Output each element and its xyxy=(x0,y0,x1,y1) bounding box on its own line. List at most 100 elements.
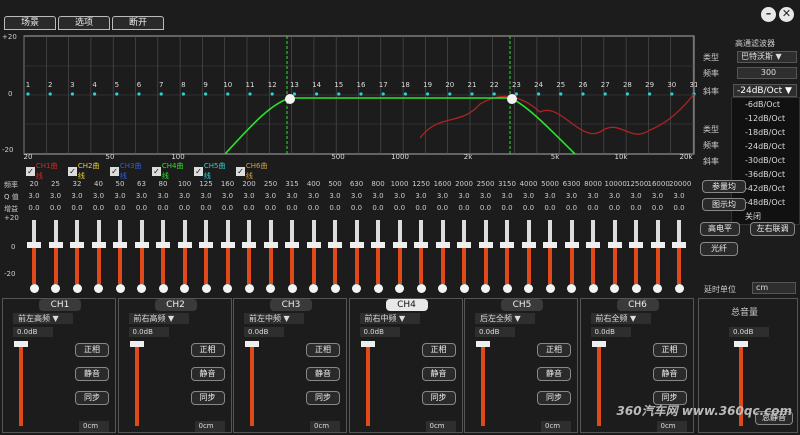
fader-knob[interactable] xyxy=(242,242,256,248)
eq-fader[interactable] xyxy=(586,220,600,284)
band-dot[interactable] xyxy=(70,92,74,96)
gain-cell[interactable]: 0.0 xyxy=(411,204,431,212)
q-cell[interactable]: 3.0 xyxy=(669,192,689,200)
fader-reset-dot[interactable] xyxy=(158,284,168,293)
eq-fader[interactable] xyxy=(91,220,106,284)
fader-reset-dot[interactable] xyxy=(51,284,60,293)
fader-knob[interactable] xyxy=(285,242,299,248)
freq-cell[interactable]: 8000 xyxy=(583,180,603,188)
eq-fader[interactable] xyxy=(564,220,579,284)
fader-reset-dot[interactable] xyxy=(330,284,340,293)
band-dot[interactable] xyxy=(292,92,296,96)
eq-fader[interactable] xyxy=(650,220,665,284)
gain-cell[interactable]: 0.0 xyxy=(476,204,496,212)
fader-knob[interactable] xyxy=(650,242,665,248)
type-select[interactable]: 巴特沃斯 ▼ xyxy=(737,51,797,63)
q-cell[interactable]: 3.0 xyxy=(411,192,431,200)
band-dot[interactable] xyxy=(159,92,163,96)
freq-cell[interactable]: 1600 xyxy=(433,180,453,188)
fader-knob[interactable] xyxy=(48,242,63,248)
eq-fader[interactable] xyxy=(199,220,213,284)
fader-reset-dot[interactable] xyxy=(266,284,275,293)
eq-fader[interactable] xyxy=(349,220,364,284)
freq-cell[interactable]: 4000 xyxy=(519,180,539,188)
fader-knob[interactable] xyxy=(607,242,622,248)
freq-cell[interactable]: 315 xyxy=(282,180,302,188)
band-dot[interactable] xyxy=(226,92,230,96)
gain-cell[interactable]: 0.0 xyxy=(89,204,109,212)
slope-option[interactable]: -18dB/Oct xyxy=(732,126,799,140)
q-cell[interactable]: 3.0 xyxy=(46,192,66,200)
mute-button[interactable]: 静音 xyxy=(75,367,109,381)
freq-cell[interactable]: 40 xyxy=(89,180,109,188)
q-cell[interactable]: 3.0 xyxy=(218,192,238,200)
eq-fader[interactable] xyxy=(113,220,127,284)
sync-button[interactable]: 同步 xyxy=(75,391,109,405)
band-dot[interactable] xyxy=(670,92,674,96)
channel-delay[interactable]: 0cm xyxy=(194,421,225,432)
hpf-handle[interactable] xyxy=(285,94,295,104)
fader-knob[interactable] xyxy=(371,242,385,248)
channel-source-select[interactable]: 后左全频 ▼ xyxy=(475,313,535,324)
fader-knob[interactable] xyxy=(734,341,748,347)
gain-cell[interactable]: 0.0 xyxy=(562,204,582,212)
freq-cell[interactable]: 16000 xyxy=(648,180,670,188)
band-dot[interactable] xyxy=(337,92,341,96)
band-dot[interactable] xyxy=(315,92,319,96)
band-dot[interactable] xyxy=(381,92,385,96)
fader-knob[interactable] xyxy=(476,341,490,347)
fader-reset-dot[interactable] xyxy=(137,284,146,293)
band-dot[interactable] xyxy=(248,92,252,96)
q-cell[interactable]: 3.0 xyxy=(175,192,195,200)
band-dot[interactable] xyxy=(137,92,141,96)
sync-button[interactable]: 同步 xyxy=(537,391,571,405)
freq-cell[interactable]: 80 xyxy=(153,180,173,188)
channel-label[interactable]: CH2 xyxy=(154,299,197,311)
fader-reset-dot[interactable] xyxy=(115,284,125,293)
slope-option[interactable]: -24dB/Oct xyxy=(732,140,799,154)
sync-button[interactable]: 同步 xyxy=(190,391,225,405)
eq-fader[interactable] xyxy=(70,220,84,284)
gain-cell[interactable]: 0.0 xyxy=(454,204,474,212)
fader-reset-dot[interactable] xyxy=(610,284,619,293)
freq-cell[interactable]: 63 xyxy=(132,180,152,188)
fader-reset-dot[interactable] xyxy=(631,284,641,293)
legend-ch2[interactable]: ✓ CH2曲线 xyxy=(68,161,106,181)
eq-fader[interactable] xyxy=(263,220,278,284)
mute-button[interactable]: 静音 xyxy=(421,367,456,381)
eq-fader[interactable] xyxy=(371,220,385,284)
legend-ch1[interactable]: ✓ CH1曲线 xyxy=(26,161,64,181)
fader-knob[interactable] xyxy=(113,242,127,248)
gain-cell[interactable]: 0.0 xyxy=(540,204,560,212)
freq-cell[interactable]: 500 xyxy=(325,180,345,188)
q-cell[interactable]: 3.0 xyxy=(67,192,87,200)
band-dot[interactable] xyxy=(559,92,563,96)
channel-source-select[interactable]: 前右中频 ▼ xyxy=(359,313,420,324)
legend-ch3[interactable]: ✓ CH3曲线 xyxy=(110,161,148,181)
fader-knob[interactable] xyxy=(360,341,375,347)
freq-cell[interactable]: 5000 xyxy=(540,180,560,188)
eq-fader[interactable] xyxy=(328,220,342,284)
gain-cell[interactable]: 0.0 xyxy=(583,204,603,212)
mute-button[interactable]: 静音 xyxy=(652,367,687,381)
gain-cell[interactable]: 0.0 xyxy=(46,204,66,212)
freq-cell[interactable]: 12500 xyxy=(626,180,648,188)
channel-fader[interactable] xyxy=(591,341,606,426)
fader-reset-dot[interactable] xyxy=(373,284,383,293)
fiber-button[interactable]: 光纤 xyxy=(700,242,738,256)
channel-source-select[interactable]: 前左高频 ▼ xyxy=(13,313,73,324)
close-icon[interactable]: ✕ xyxy=(779,7,794,22)
eq-fader[interactable] xyxy=(392,220,407,284)
legend-ch6[interactable]: ✓ CH6曲线 xyxy=(236,161,274,181)
channel-delay[interactable]: 0cm xyxy=(541,421,571,432)
band-dot[interactable] xyxy=(48,92,52,96)
gain-cell[interactable]: 0.0 xyxy=(368,204,388,212)
band-dot[interactable] xyxy=(403,92,407,96)
eq-fader[interactable] xyxy=(414,220,428,284)
freq-input[interactable]: 300 xyxy=(737,67,797,79)
gain-cell[interactable]: 0.0 xyxy=(261,204,281,212)
legend-ch5[interactable]: ✓ CH5曲线 xyxy=(194,161,232,181)
band-dot[interactable] xyxy=(204,92,208,96)
fader-reset-dot[interactable] xyxy=(416,284,426,293)
q-cell[interactable]: 3.0 xyxy=(476,192,496,200)
